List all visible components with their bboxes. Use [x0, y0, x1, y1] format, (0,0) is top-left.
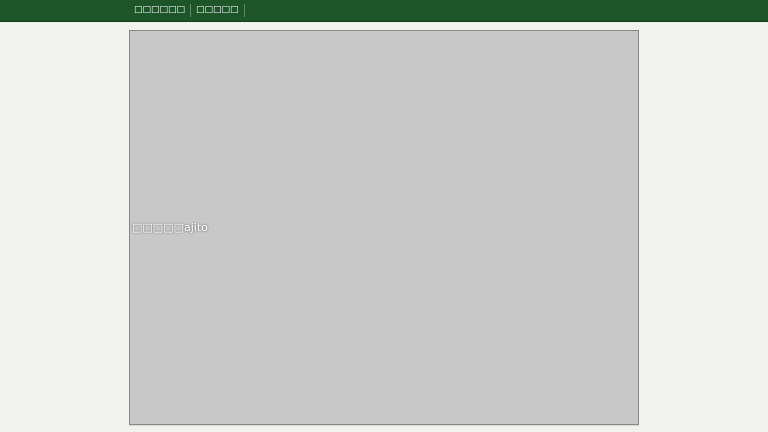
divider: [129, 425, 639, 426]
top-nav: □□□□□□ □□□□□: [129, 0, 245, 21]
nav-item-2[interactable]: □□□□□: [191, 4, 245, 17]
top-nav-bar: □□□□□□ □□□□□: [0, 0, 768, 22]
photo-watermark: □□□□□ajito: [132, 221, 208, 234]
nav-item-1[interactable]: □□□□□□: [129, 4, 192, 17]
